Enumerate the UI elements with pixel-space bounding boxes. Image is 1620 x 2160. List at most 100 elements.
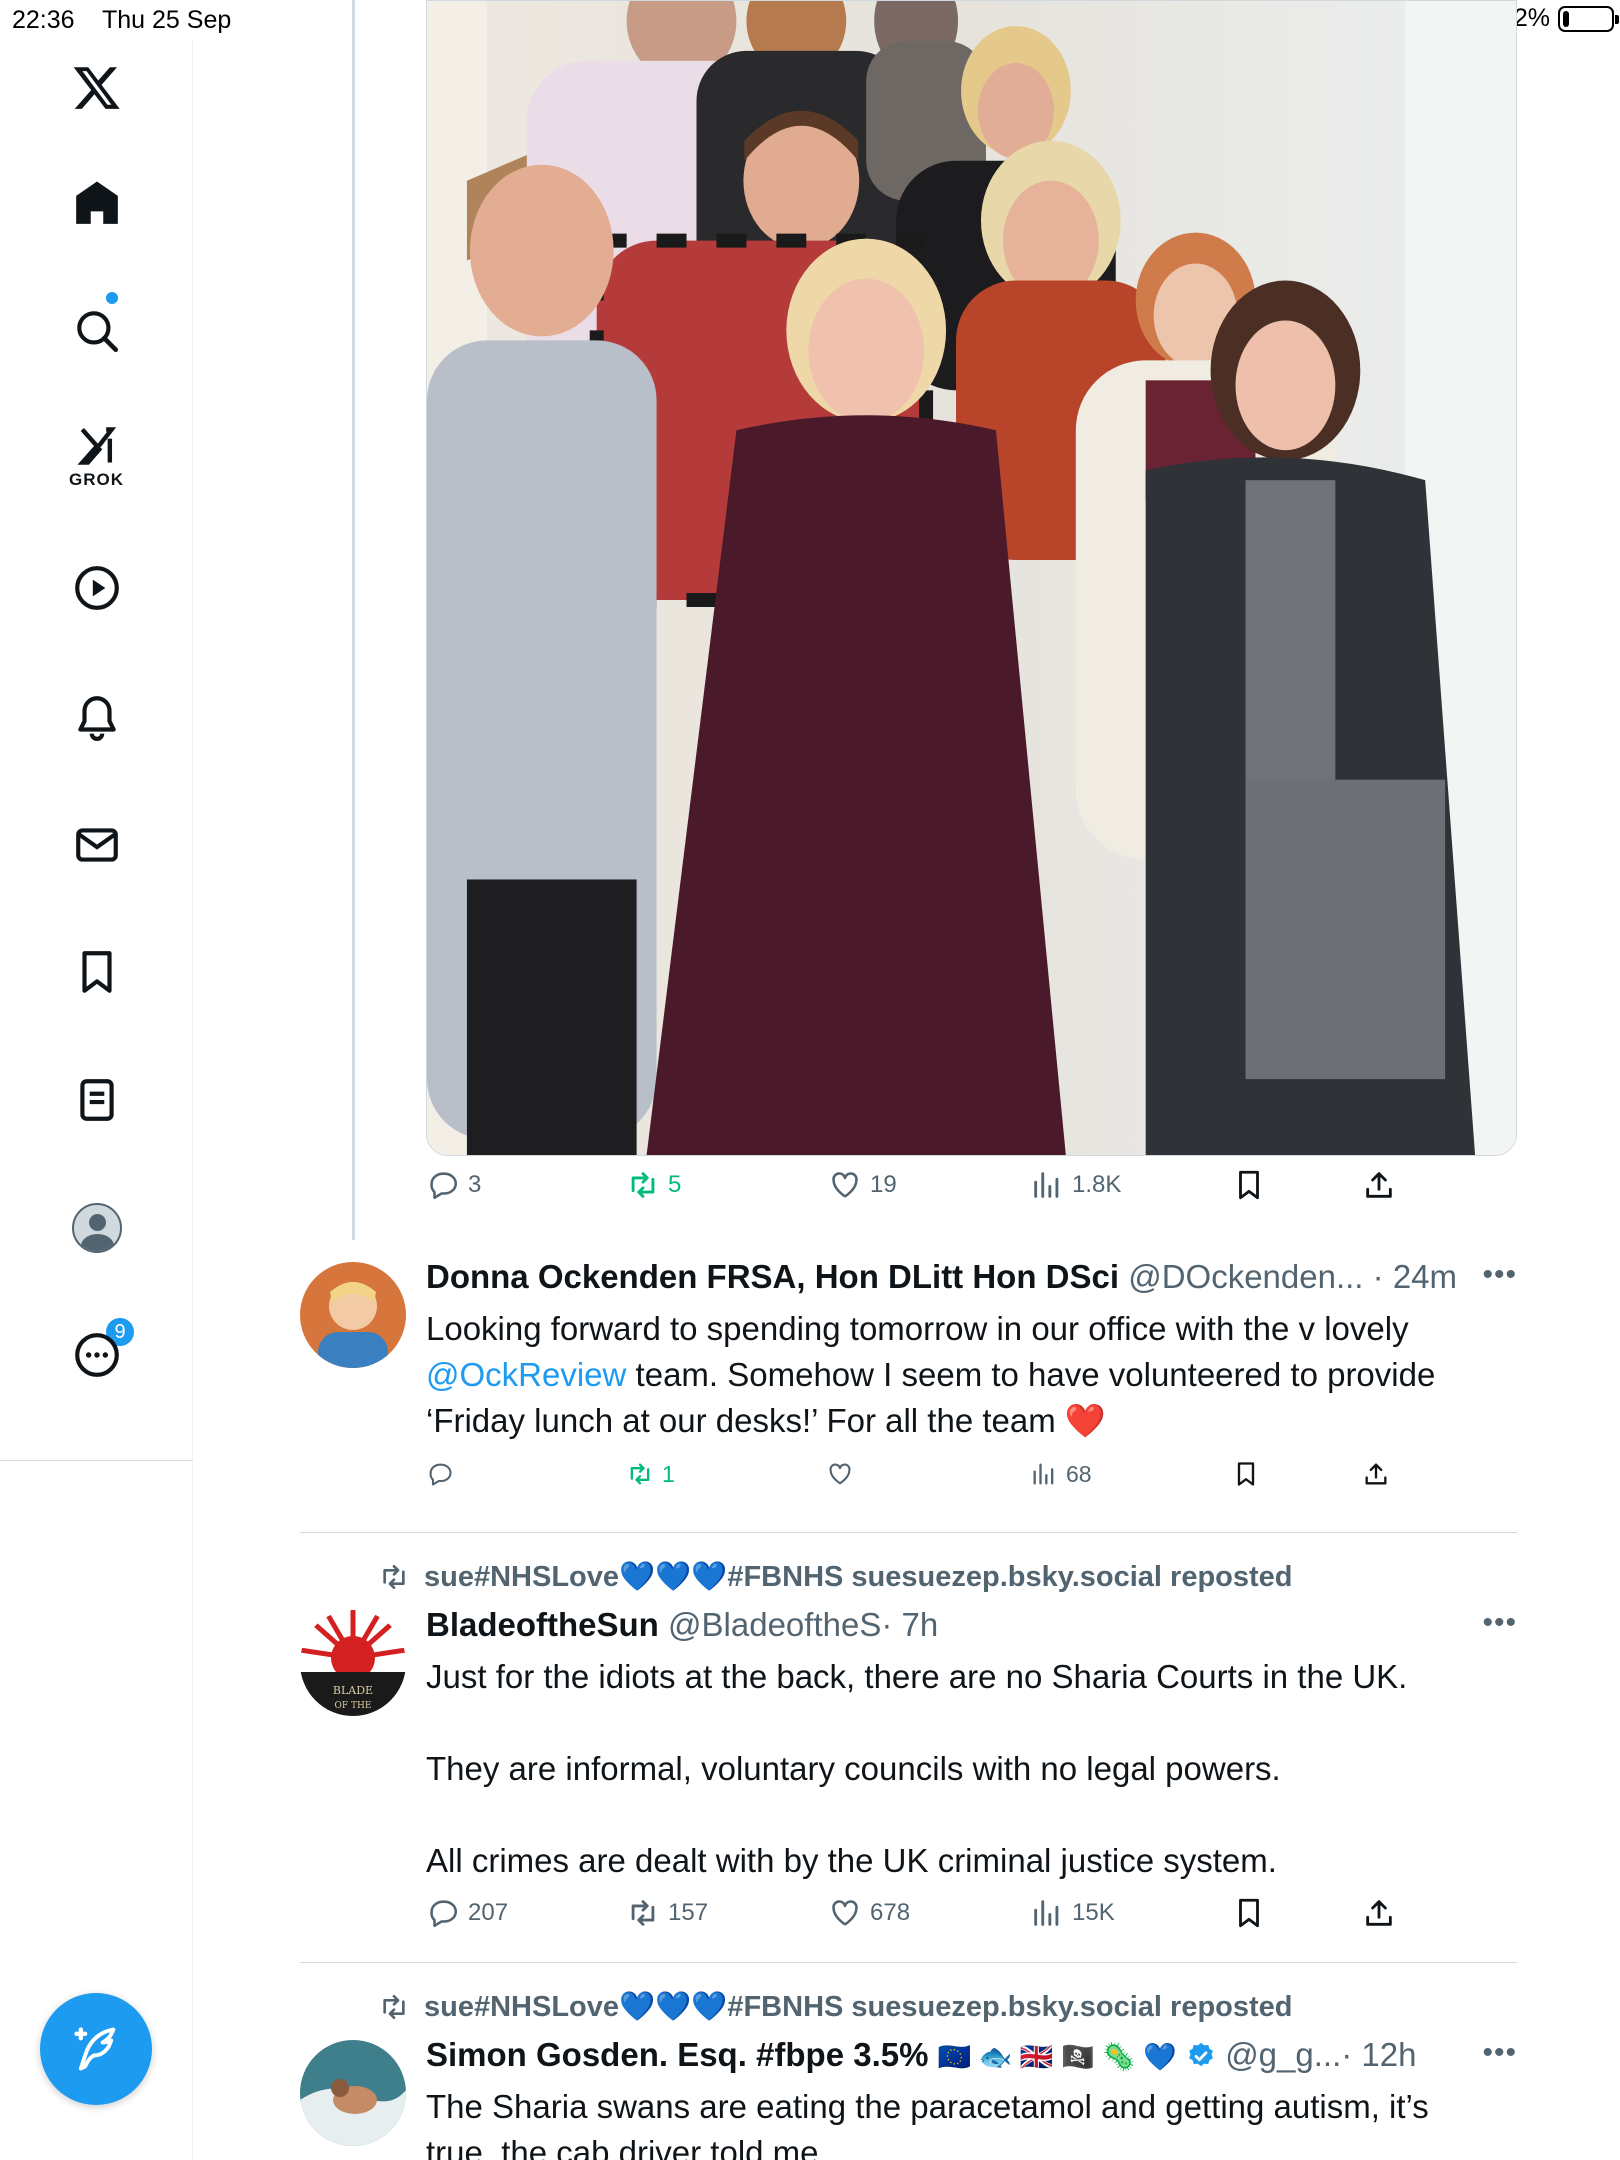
sidebar-item-more[interactable] bbox=[0, 1310, 193, 1400]
like-button[interactable]: 19 bbox=[828, 1168, 897, 1202]
sidebar-item-messages[interactable] bbox=[0, 800, 193, 890]
bookmark-icon bbox=[1237, 1462, 1255, 1486]
reply-button[interactable]: 207 bbox=[426, 1896, 508, 1930]
tweet-text-span: team. Somehow I seem to have volunteered… bbox=[626, 1356, 1436, 1393]
more-options-icon[interactable]: ••• bbox=[1482, 1258, 1517, 1292]
views-button[interactable]: 1.8K bbox=[1030, 1168, 1121, 1202]
tweet-text-line: The Sharia swans are eating the paraceta… bbox=[426, 2088, 1429, 2125]
tweet-text: The Sharia swans are eating the paraceta… bbox=[426, 2084, 1536, 2160]
profile-icon bbox=[71, 1203, 122, 1253]
repost-icon bbox=[383, 1565, 405, 1589]
author-name[interactable]: BladeoftheSun bbox=[426, 1606, 659, 1643]
sidebar-item-profile[interactable] bbox=[0, 1183, 193, 1273]
views-icon bbox=[1034, 1172, 1059, 1198]
sidebar-item-bookmarks[interactable] bbox=[0, 927, 193, 1017]
tweet-paragraph: Just for the idiots at the back, there a… bbox=[426, 1658, 1408, 1695]
bookmark-button[interactable] bbox=[1232, 1896, 1266, 1930]
views-button[interactable]: 68 bbox=[1030, 1460, 1092, 1488]
reply-button[interactable]: 3 bbox=[426, 1168, 481, 1202]
share-button[interactable] bbox=[1362, 1168, 1396, 1202]
sidebar-item-video[interactable] bbox=[0, 543, 193, 633]
avatar[interactable]: BLADE OF THE bbox=[300, 1610, 406, 1716]
heart-icon bbox=[832, 1900, 858, 1926]
tweet-text-line: @OckReview team. Somehow I seem to have … bbox=[426, 1352, 1536, 1398]
svg-text:OF THE: OF THE bbox=[335, 1701, 372, 1711]
author-name-emoji: 🇪🇺 🐟 🇬🇧 🏴‍☠️ 🦠 💙 bbox=[937, 2042, 1177, 2072]
bookmark-button[interactable] bbox=[1232, 1460, 1260, 1488]
share-icon bbox=[1366, 1900, 1392, 1926]
tweet-text: Just for the idiots at the back, there a… bbox=[426, 1654, 1536, 1884]
author-handle[interactable]: @BladeoftheS bbox=[668, 1606, 881, 1643]
grok-icon bbox=[76, 427, 116, 465]
sidebar-item-search[interactable] bbox=[0, 286, 193, 376]
share-button[interactable] bbox=[1362, 1460, 1390, 1488]
photo-tweet-actions: 3 5 19 1.8K bbox=[426, 1168, 1517, 1216]
search-icon bbox=[76, 311, 118, 353]
views-button[interactable]: 15K bbox=[1030, 1896, 1115, 1930]
reply-icon bbox=[430, 1900, 457, 1928]
author-handle[interactable]: @g_g... bbox=[1225, 2036, 1341, 2073]
like-button[interactable] bbox=[826, 1460, 862, 1488]
verified-badge-icon bbox=[1189, 2042, 1213, 2067]
views-icon bbox=[1034, 1900, 1059, 1926]
sidebar-item-notifications[interactable]: 9 bbox=[0, 672, 193, 1348]
compose-button[interactable] bbox=[40, 1993, 152, 2105]
like-count: 678 bbox=[870, 1899, 911, 1926]
compose-icon bbox=[74, 2027, 116, 2071]
more-options-icon[interactable]: ••• bbox=[1482, 1606, 1517, 1640]
author-name[interactable]: Simon Gosden. Esq. #fbpe 3.5% bbox=[426, 2036, 928, 2073]
repost-count: 157 bbox=[668, 1899, 709, 1926]
messages-icon bbox=[75, 828, 118, 862]
sidebar-nav: GROK 9 bbox=[0, 40, 193, 2160]
mention-link[interactable]: @OckReview bbox=[426, 1356, 626, 1393]
reply-button[interactable] bbox=[426, 1460, 462, 1488]
repost-icon bbox=[383, 1995, 405, 2019]
repost-context[interactable]: sue#NHSLove💙💙💙#FBNHS suesuezep.bsky.soci… bbox=[378, 1990, 1293, 2024]
tweet-text-line: Looking forward to spending tomorrow in … bbox=[426, 1310, 1409, 1347]
tweet-time: · 12h bbox=[1341, 2036, 1417, 2073]
repost-button[interactable]: 1 bbox=[626, 1460, 675, 1488]
sidebar-item-grok[interactable]: GROK bbox=[0, 412, 193, 502]
reply-count: 207 bbox=[468, 1899, 509, 1926]
tweet-text: Looking forward to spending tomorrow in … bbox=[426, 1306, 1536, 1444]
like-button[interactable]: 678 bbox=[828, 1896, 910, 1930]
bookmark-icon bbox=[1239, 1898, 1259, 1928]
sidebar-item-home[interactable] bbox=[0, 158, 193, 304]
bookmark-button[interactable] bbox=[1232, 1168, 1266, 1202]
repost-icon bbox=[631, 1172, 655, 1198]
author-name[interactable]: Donna Ockenden FRSA, Hon DLitt Hon DSci bbox=[426, 1258, 1119, 1295]
repost-icon bbox=[630, 1463, 650, 1485]
x-logo-button[interactable] bbox=[0, 42, 193, 132]
bookmark-icon bbox=[1239, 1170, 1259, 1200]
author-handle[interactable]: @DOckenden... bbox=[1128, 1258, 1363, 1295]
sidebar-item-lists[interactable] bbox=[0, 1055, 193, 1145]
tweet-paragraph: All crimes are dealt with by the UK crim… bbox=[426, 1842, 1277, 1879]
repost-button[interactable]: 5 bbox=[626, 1168, 681, 1202]
status-date: Thu 25 Sep bbox=[102, 6, 232, 34]
share-icon bbox=[1366, 1172, 1392, 1198]
lists-icon bbox=[79, 1079, 114, 1121]
avatar[interactable] bbox=[300, 1262, 406, 1368]
repost-by-suffix: #FBNHS suesuezep.bsky.social reposted bbox=[727, 1991, 1293, 2023]
views-count: 1.8K bbox=[1072, 1171, 1122, 1198]
repost-count: 5 bbox=[668, 1171, 682, 1198]
repost-by-suffix: #FBNHS suesuezep.bsky.social reposted bbox=[727, 1561, 1293, 1593]
avatar[interactable] bbox=[300, 2040, 406, 2146]
tweet-photo[interactable] bbox=[426, 0, 1517, 1156]
tweet-paragraph: They are informal, voluntary councils wi… bbox=[426, 1750, 1281, 1787]
heart-icon bbox=[829, 1463, 851, 1485]
tweet-actions: 1 68 bbox=[426, 1460, 1517, 1508]
tweet-text-line: true, the cab driver told me bbox=[426, 2134, 819, 2160]
reply-count: 3 bbox=[468, 1171, 482, 1198]
repost-context[interactable]: sue#NHSLove💙💙💙#FBNHS suesuezep.bsky.soci… bbox=[378, 1560, 1293, 1594]
tweet-header: Donna Ockenden FRSA, Hon DLitt Hon DSci … bbox=[426, 1258, 1457, 1296]
share-button[interactable] bbox=[1362, 1896, 1396, 1930]
repost-button[interactable]: 157 bbox=[626, 1896, 708, 1930]
repost-icon bbox=[631, 1900, 655, 1926]
more-options-icon[interactable]: ••• bbox=[1482, 2036, 1517, 2070]
grok-label: GROK bbox=[69, 470, 124, 489]
tweet-separator bbox=[300, 1962, 1517, 1963]
views-count: 15K bbox=[1072, 1899, 1115, 1926]
